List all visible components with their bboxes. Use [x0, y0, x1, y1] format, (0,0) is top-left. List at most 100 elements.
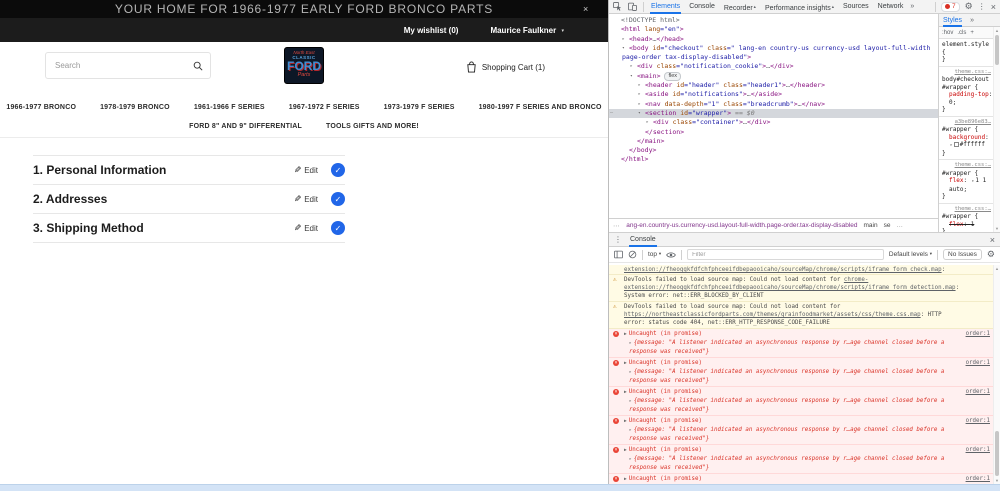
expand-arrow-icon[interactable]: ▸	[629, 457, 632, 462]
error-count-badge[interactable]: 7	[941, 1, 960, 12]
drawer-kebab-icon[interactable]: ⋮	[614, 235, 622, 244]
expand-arrow-icon[interactable]: ▶	[624, 419, 627, 424]
expand-arrow-icon[interactable]: ▶	[624, 361, 627, 366]
dom-tree-line[interactable]: ▸ <div class="notification_cookie">…</div…	[609, 62, 938, 71]
search-icon[interactable]	[193, 61, 203, 71]
expand-arrow-icon[interactable]: ▸	[638, 81, 645, 90]
scroll-down-icon[interactable]: ▼	[994, 226, 1000, 231]
expand-arrow-icon[interactable]: ▸	[629, 428, 632, 433]
dom-tree-line[interactable]: ▸ <div class="container">…</div>	[609, 118, 938, 127]
styles-scrollbar[interactable]: ▲ ▼	[993, 27, 1000, 232]
expand-arrow-icon[interactable]: ▸	[629, 370, 632, 375]
console-scrollbar[interactable]: ▲ ▼	[993, 265, 1000, 484]
rule-selector[interactable]: #wrapper {	[942, 170, 993, 178]
tab-console[interactable]: Console	[629, 232, 657, 247]
style-property[interactable]: flex: 1	[942, 221, 993, 229]
dom-tree-line[interactable]: </main>	[609, 137, 938, 146]
edit-button[interactable]: ✎ Edit	[294, 223, 318, 234]
expand-arrow-icon[interactable]: ▶	[624, 477, 627, 482]
live-expression-eye-icon[interactable]	[666, 251, 676, 259]
collapse-arrow-icon[interactable]: ▾	[622, 44, 629, 53]
nav-item[interactable]: 1961-1966 F SERIES	[194, 104, 265, 111]
styles-more-tabs[interactable]: »	[970, 17, 974, 24]
dom-tree-line-selected[interactable]: ⋯ ▾ <section id="wrapper"> == $0	[609, 108, 938, 119]
scrollbar-thumb[interactable]	[995, 431, 999, 476]
dom-tree-line[interactable]: ▸ <header id="header" class="header1">…</…	[609, 81, 938, 90]
nav-item[interactable]: 1980-1997 F SERIES AND BRONCO	[479, 104, 602, 111]
error-source-link[interactable]: order:1	[966, 330, 990, 338]
expand-arrow-icon[interactable]: ▸	[629, 399, 632, 404]
rule-selector[interactable]: element.style {	[942, 41, 993, 56]
store-logo[interactable]: North East CLASSIC FORD Parts	[284, 47, 324, 84]
search-input[interactable]	[46, 61, 193, 70]
scroll-up-icon[interactable]: ▲	[994, 266, 1000, 271]
nav-item[interactable]: 1973-1979 F SERIES	[384, 104, 455, 111]
expand-arrow-icon[interactable]: ▸	[638, 100, 645, 109]
stylesheet-link[interactable]: a3be896e83…	[942, 119, 993, 127]
breadcrumb-body[interactable]: body#checkout.lang-en.country-us.currenc…	[626, 222, 858, 229]
context-selector[interactable]: top ▾	[648, 251, 661, 258]
console-sidebar-icon[interactable]	[614, 250, 623, 259]
scrollbar-thumb[interactable]	[995, 35, 999, 65]
rule-selector[interactable]: #wrapper {	[942, 213, 993, 221]
drawer-close-icon[interactable]: ×	[990, 235, 995, 245]
dom-tree-line[interactable]: ▾ <body id="checkout" class=" lang-en cou…	[609, 44, 938, 63]
dom-tree-line[interactable]: <html lang="en">	[609, 25, 938, 34]
stylesheet-link[interactable]: theme.css:…	[942, 206, 993, 214]
style-property[interactable]: flex: ▸1 1 auto;	[942, 177, 993, 193]
collapse-arrow-icon[interactable]: ▾	[638, 109, 645, 118]
more-actions-icon[interactable]: ⋯	[610, 109, 613, 118]
breadcrumb-item[interactable]: main	[864, 222, 878, 229]
devtools-tab-console[interactable]: Console	[688, 0, 716, 14]
shopping-cart-button[interactable]: Shopping Cart (1)	[466, 61, 545, 73]
stylesheet-link[interactable]: theme.css:…	[942, 69, 993, 77]
devtools-tab-network[interactable]: Network	[877, 0, 905, 14]
nav-item[interactable]: TOOLS GIFTS AND MORE!	[326, 123, 419, 130]
expand-arrow-icon[interactable]: ▸	[950, 143, 953, 148]
breadcrumb-item[interactable]: se	[884, 222, 891, 229]
devtools-tab-recorder[interactable]: Recorder▴	[723, 0, 757, 14]
wishlist-link[interactable]: My wishlist (0)	[404, 26, 459, 35]
console-settings-gear-icon[interactable]: ⚙	[987, 249, 995, 260]
nav-item[interactable]: 1978-1979 BRONCO	[100, 104, 170, 111]
scroll-up-icon[interactable]: ▲	[994, 28, 1000, 33]
expand-arrow-icon[interactable]: ▸	[638, 90, 645, 99]
inspect-element-icon[interactable]	[613, 2, 622, 11]
expand-arrow-icon[interactable]: ▸	[629, 341, 632, 346]
expand-arrow-icon[interactable]: ▶	[624, 332, 627, 337]
styles-filter-chip[interactable]: :hov	[942, 30, 953, 36]
nav-item[interactable]: 1966-1977 BRONCO	[6, 104, 76, 111]
styles-filter-chip[interactable]: .cls	[957, 30, 966, 36]
devtools-tab-performance-insights[interactable]: Performance insights▴	[764, 0, 835, 14]
kebab-menu-icon[interactable]: ⋮	[978, 2, 986, 11]
console-filter-input[interactable]	[687, 249, 884, 260]
devtools-tab-sources[interactable]: Sources	[842, 0, 870, 14]
banner-close-icon[interactable]: ×	[583, 0, 589, 19]
expand-arrow-icon[interactable]: ▶	[624, 390, 627, 395]
breadcrumb-overflow-icon[interactable]: ⋯	[613, 222, 620, 230]
dom-tree-line[interactable]: </section>	[609, 128, 938, 137]
dom-tree-line[interactable]: </html>	[609, 155, 938, 164]
dom-tree-line[interactable]: </body>	[609, 146, 938, 155]
stylesheet-link[interactable]: theme.css:…	[942, 162, 993, 170]
error-source-link[interactable]: order:1	[966, 417, 990, 425]
rule-selector[interactable]: body#checkout #wrapper {	[942, 76, 993, 91]
source-map-link[interactable]: chrome-extension://fheoggkfdfchfphceeifd…	[624, 265, 942, 273]
expand-arrow-icon[interactable]: ▸	[646, 118, 653, 127]
error-source-link[interactable]: order:1	[966, 388, 990, 396]
scroll-down-icon[interactable]: ▼	[994, 478, 1000, 483]
error-source-link[interactable]: order:1	[966, 446, 990, 454]
source-map-link[interactable]: https://northeastclassicfordparts.com/th…	[624, 312, 921, 318]
devtools-tab-elements[interactable]: Elements	[650, 0, 681, 14]
clear-console-icon[interactable]	[628, 250, 637, 259]
expand-arrow-icon[interactable]: ▸	[972, 179, 975, 184]
rule-selector[interactable]: #wrapper {	[942, 126, 993, 134]
color-swatch-icon[interactable]	[953, 142, 959, 147]
dom-tree-line[interactable]: ▸ <aside id="notifications">…</aside>	[609, 90, 938, 99]
log-levels-dropdown[interactable]: Default levels ▾	[889, 251, 932, 258]
dom-tree-line[interactable]: ▸ <head>…</head>	[609, 35, 938, 44]
error-source-link[interactable]: order:1	[966, 359, 990, 367]
styles-filter-chip[interactable]: +	[970, 30, 974, 36]
device-toolbar-icon[interactable]	[628, 2, 637, 11]
dom-tree-line[interactable]: ▸ <nav data-depth="1" class="breadcrumb">…	[609, 100, 938, 109]
